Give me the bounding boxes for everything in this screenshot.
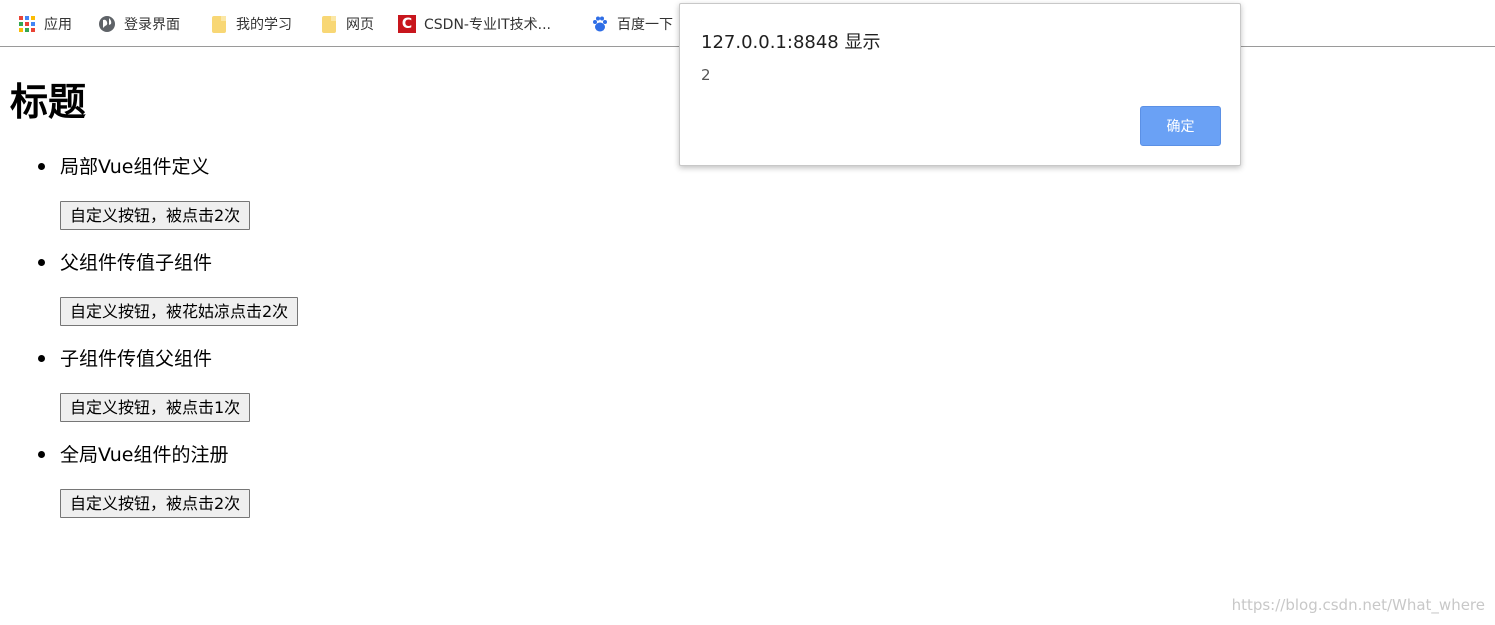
baidu-paw-icon	[591, 15, 609, 33]
dialog-title: 127.0.0.1:8848 显示	[701, 32, 881, 53]
bullet-icon	[38, 163, 45, 170]
bookmark-webpage[interactable]: 网页	[320, 12, 374, 36]
bookmark-label: 网页	[346, 17, 374, 33]
list-item-label: 全局Vue组件的注册	[60, 444, 229, 466]
custom-counter-button[interactable]: 自定义按钮，被点击1次	[60, 393, 251, 422]
bookmark-apps[interactable]: 应用	[18, 12, 72, 36]
list-item-label: 子组件传值父组件	[60, 348, 213, 370]
bookmark-label: 百度一下	[617, 17, 673, 33]
bullet-icon	[38, 451, 45, 458]
bookmark-label: CSDN-专业IT技术...	[424, 17, 551, 33]
custom-counter-button[interactable]: 自定义按钮，被花姑凉点击2次	[60, 297, 299, 326]
bookmark-label: 登录界面	[124, 17, 180, 33]
globe-icon	[98, 15, 116, 33]
bookmark-csdn[interactable]: C CSDN-专业IT技术...	[398, 12, 551, 36]
bullet-icon	[38, 355, 45, 362]
ok-button[interactable]: 确定	[1140, 106, 1221, 146]
folder-icon	[210, 15, 228, 33]
apps-grid-icon	[18, 15, 36, 33]
bullet-icon	[38, 259, 45, 266]
watermark: https://blog.csdn.net/What_where	[1231, 596, 1485, 614]
custom-counter-button[interactable]: 自定义按钮，被点击2次	[60, 201, 251, 230]
folder-icon	[320, 15, 338, 33]
csdn-logo-icon: C	[398, 15, 416, 33]
page-title: 标题	[10, 80, 87, 124]
alert-dialog: 127.0.0.1:8848 显示 2 确定	[679, 3, 1241, 166]
list-item-label: 局部Vue组件定义	[60, 156, 210, 178]
bookmark-label: 应用	[44, 17, 72, 33]
custom-counter-button[interactable]: 自定义按钮，被点击2次	[60, 489, 251, 518]
list-item-label: 父组件传值子组件	[60, 252, 213, 274]
bookmark-login-page[interactable]: 登录界面	[98, 12, 180, 36]
bookmark-label: 我的学习	[236, 17, 292, 33]
bookmark-my-study[interactable]: 我的学习	[210, 12, 292, 36]
dialog-message: 2	[701, 66, 711, 84]
bookmark-baidu[interactable]: 百度一下	[591, 12, 673, 36]
